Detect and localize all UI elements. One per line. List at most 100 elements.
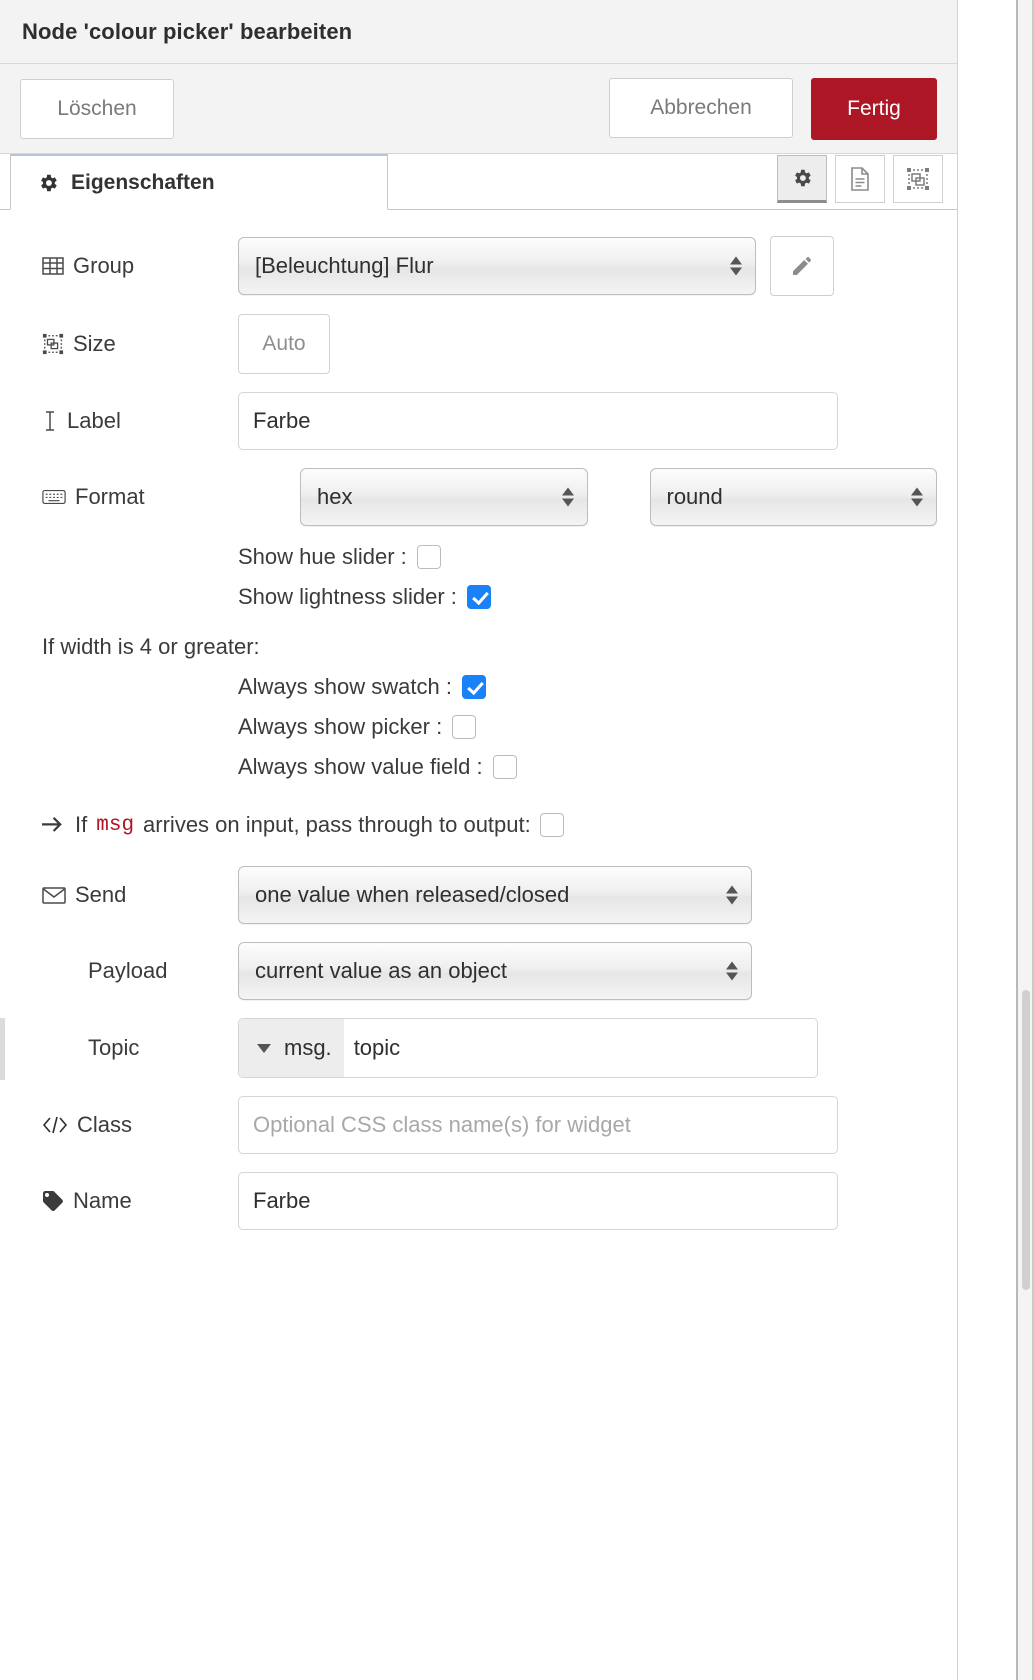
name-label: Name [73,1188,132,1213]
description-icon [848,166,872,192]
chevron-updown-icon [911,487,923,507]
show-hue-slider-label: Show hue slider : [238,544,407,569]
form-row-size: Size Auto [0,314,957,374]
width-condition-note: If width is 4 or greater: [42,634,260,659]
shape-select[interactable]: round [649,468,937,526]
page-scrollbar[interactable] [1016,0,1034,1680]
form-row-class: Class [0,1096,957,1154]
passthrough-checkbox[interactable] [539,813,564,837]
form-row-label: Label [0,392,957,450]
node-edit-dialog-screen: Node 'colour picker' bearbeiten Löschen … [0,0,1034,1680]
gear-icon [37,172,59,194]
text-cursor-icon [42,410,58,432]
show-lightness-slider-label: Show lightness slider : [238,584,457,609]
page-scrollbar-thumb[interactable] [1022,990,1030,1290]
payload-select-value: current value as an object [255,958,507,983]
label-field-label: Label [67,408,121,433]
properties-form: Group [Beleuchtung] Flur Size Auto Label… [0,210,957,1680]
gear-icon [791,167,813,189]
chevron-updown-icon [726,961,738,981]
toggle-row-always-show-picker: Always show picker : [0,714,957,740]
arrow-right-icon [42,816,66,834]
done-button[interactable]: Fertig [811,77,937,140]
chevron-updown-icon [561,487,574,507]
payload-label-wrap: Payload [42,958,238,984]
label-field-label-wrap: Label [42,408,238,434]
topic-prefix-label: msg. [284,1035,332,1060]
dialog-header: Node 'colour picker' bearbeiten [0,0,957,64]
form-row-format: Format hex round [0,468,957,526]
toggle-row-lightness-slider: Show lightness slider : [0,584,957,610]
tab-button-appearance[interactable] [893,155,943,203]
always-show-swatch-label: Always show swatch : [238,674,452,699]
tab-strip: Eigenschaften [0,154,957,210]
show-hue-slider-checkbox[interactable] [416,545,441,569]
primary-actions-group: Abbrechen Fertig [609,77,937,140]
name-label-wrap: Name [42,1188,238,1214]
group-label: Group [73,253,135,278]
table-icon [42,256,64,276]
always-show-picker-label: Always show picker : [238,714,443,739]
keyboard-icon [42,488,66,506]
chevron-updown-icon [730,256,742,276]
chevron-updown-icon [726,885,738,905]
always-show-value-field-label: Always show value field : [238,754,483,779]
size-label: Size [73,331,116,356]
object-group-icon [42,333,64,355]
format-label: Format [75,484,145,509]
form-row-payload: Payload current value as an object [0,942,957,1000]
payload-label: Payload [88,958,168,983]
always-show-value-field-checkbox[interactable] [492,755,517,779]
form-row-group: Group [Beleuchtung] Flur [0,236,957,296]
name-input[interactable] [238,1172,838,1230]
msg-code-token: msg [96,813,135,837]
class-label-wrap: Class [42,1112,238,1138]
group-select[interactable]: [Beleuchtung] Flur [238,237,756,295]
always-show-swatch-checkbox[interactable] [461,675,486,699]
topic-input[interactable] [343,1019,817,1077]
edit-group-button[interactable] [770,236,834,296]
toggle-row-always-show-value-field: Always show value field : [0,754,957,780]
class-input[interactable] [238,1096,838,1154]
format-label-wrap: Format [42,484,238,510]
tab-properties[interactable]: Eigenschaften [10,154,388,210]
size-label-wrap: Size [42,331,238,357]
edit-dialog: Node 'colour picker' bearbeiten Löschen … [0,0,958,1680]
class-label: Class [77,1112,133,1137]
code-icon [42,1116,68,1134]
form-row-topic: Topic msg. [0,1018,957,1078]
size-button[interactable]: Auto [238,314,330,374]
passthrough-text-after: arrives on input, pass through to output… [143,812,531,837]
envelope-icon [42,886,66,905]
toggle-row-hue-slider: Show hue slider : [0,544,957,570]
payload-select[interactable]: current value as an object [238,942,752,1000]
form-row-name: Name [0,1172,957,1230]
tab-properties-label: Eigenschaften [71,170,215,194]
group-select-value: [Beleuchtung] Flur [255,253,434,278]
passthrough-text-before: If [75,812,88,837]
send-label-wrap: Send [42,882,238,908]
dialog-action-bar: Löschen Abbrechen Fertig [0,64,957,154]
group-label-wrap: Group [42,253,238,279]
send-select[interactable]: one value when released/closed [238,866,752,924]
page-title: Node 'colour picker' bearbeiten [22,18,353,44]
form-row-send: Send one value when released/closed [0,866,957,924]
send-select-value: one value when released/closed [255,882,570,907]
tab-button-description[interactable] [835,155,885,203]
toggle-row-always-show-swatch: Always show swatch : [0,674,957,700]
format-select[interactable]: hex [300,468,588,526]
send-label: Send [75,882,127,907]
passthrough-row: If msg arrives on input, pass through to… [0,812,957,838]
cancel-button[interactable]: Abbrechen [609,77,793,138]
show-lightness-slider-checkbox[interactable] [466,585,491,609]
topic-field: msg. [238,1018,818,1078]
pencil-icon [790,254,814,278]
appearance-icon [905,166,931,192]
tab-button-properties-gear[interactable] [777,155,827,203]
topic-label: Topic [88,1035,140,1060]
delete-button[interactable]: Löschen [20,78,174,139]
always-show-picker-checkbox[interactable] [452,715,477,739]
topic-type-selector[interactable]: msg. [239,1019,344,1077]
left-edge-rail [0,1018,5,1080]
label-input[interactable] [238,392,838,450]
